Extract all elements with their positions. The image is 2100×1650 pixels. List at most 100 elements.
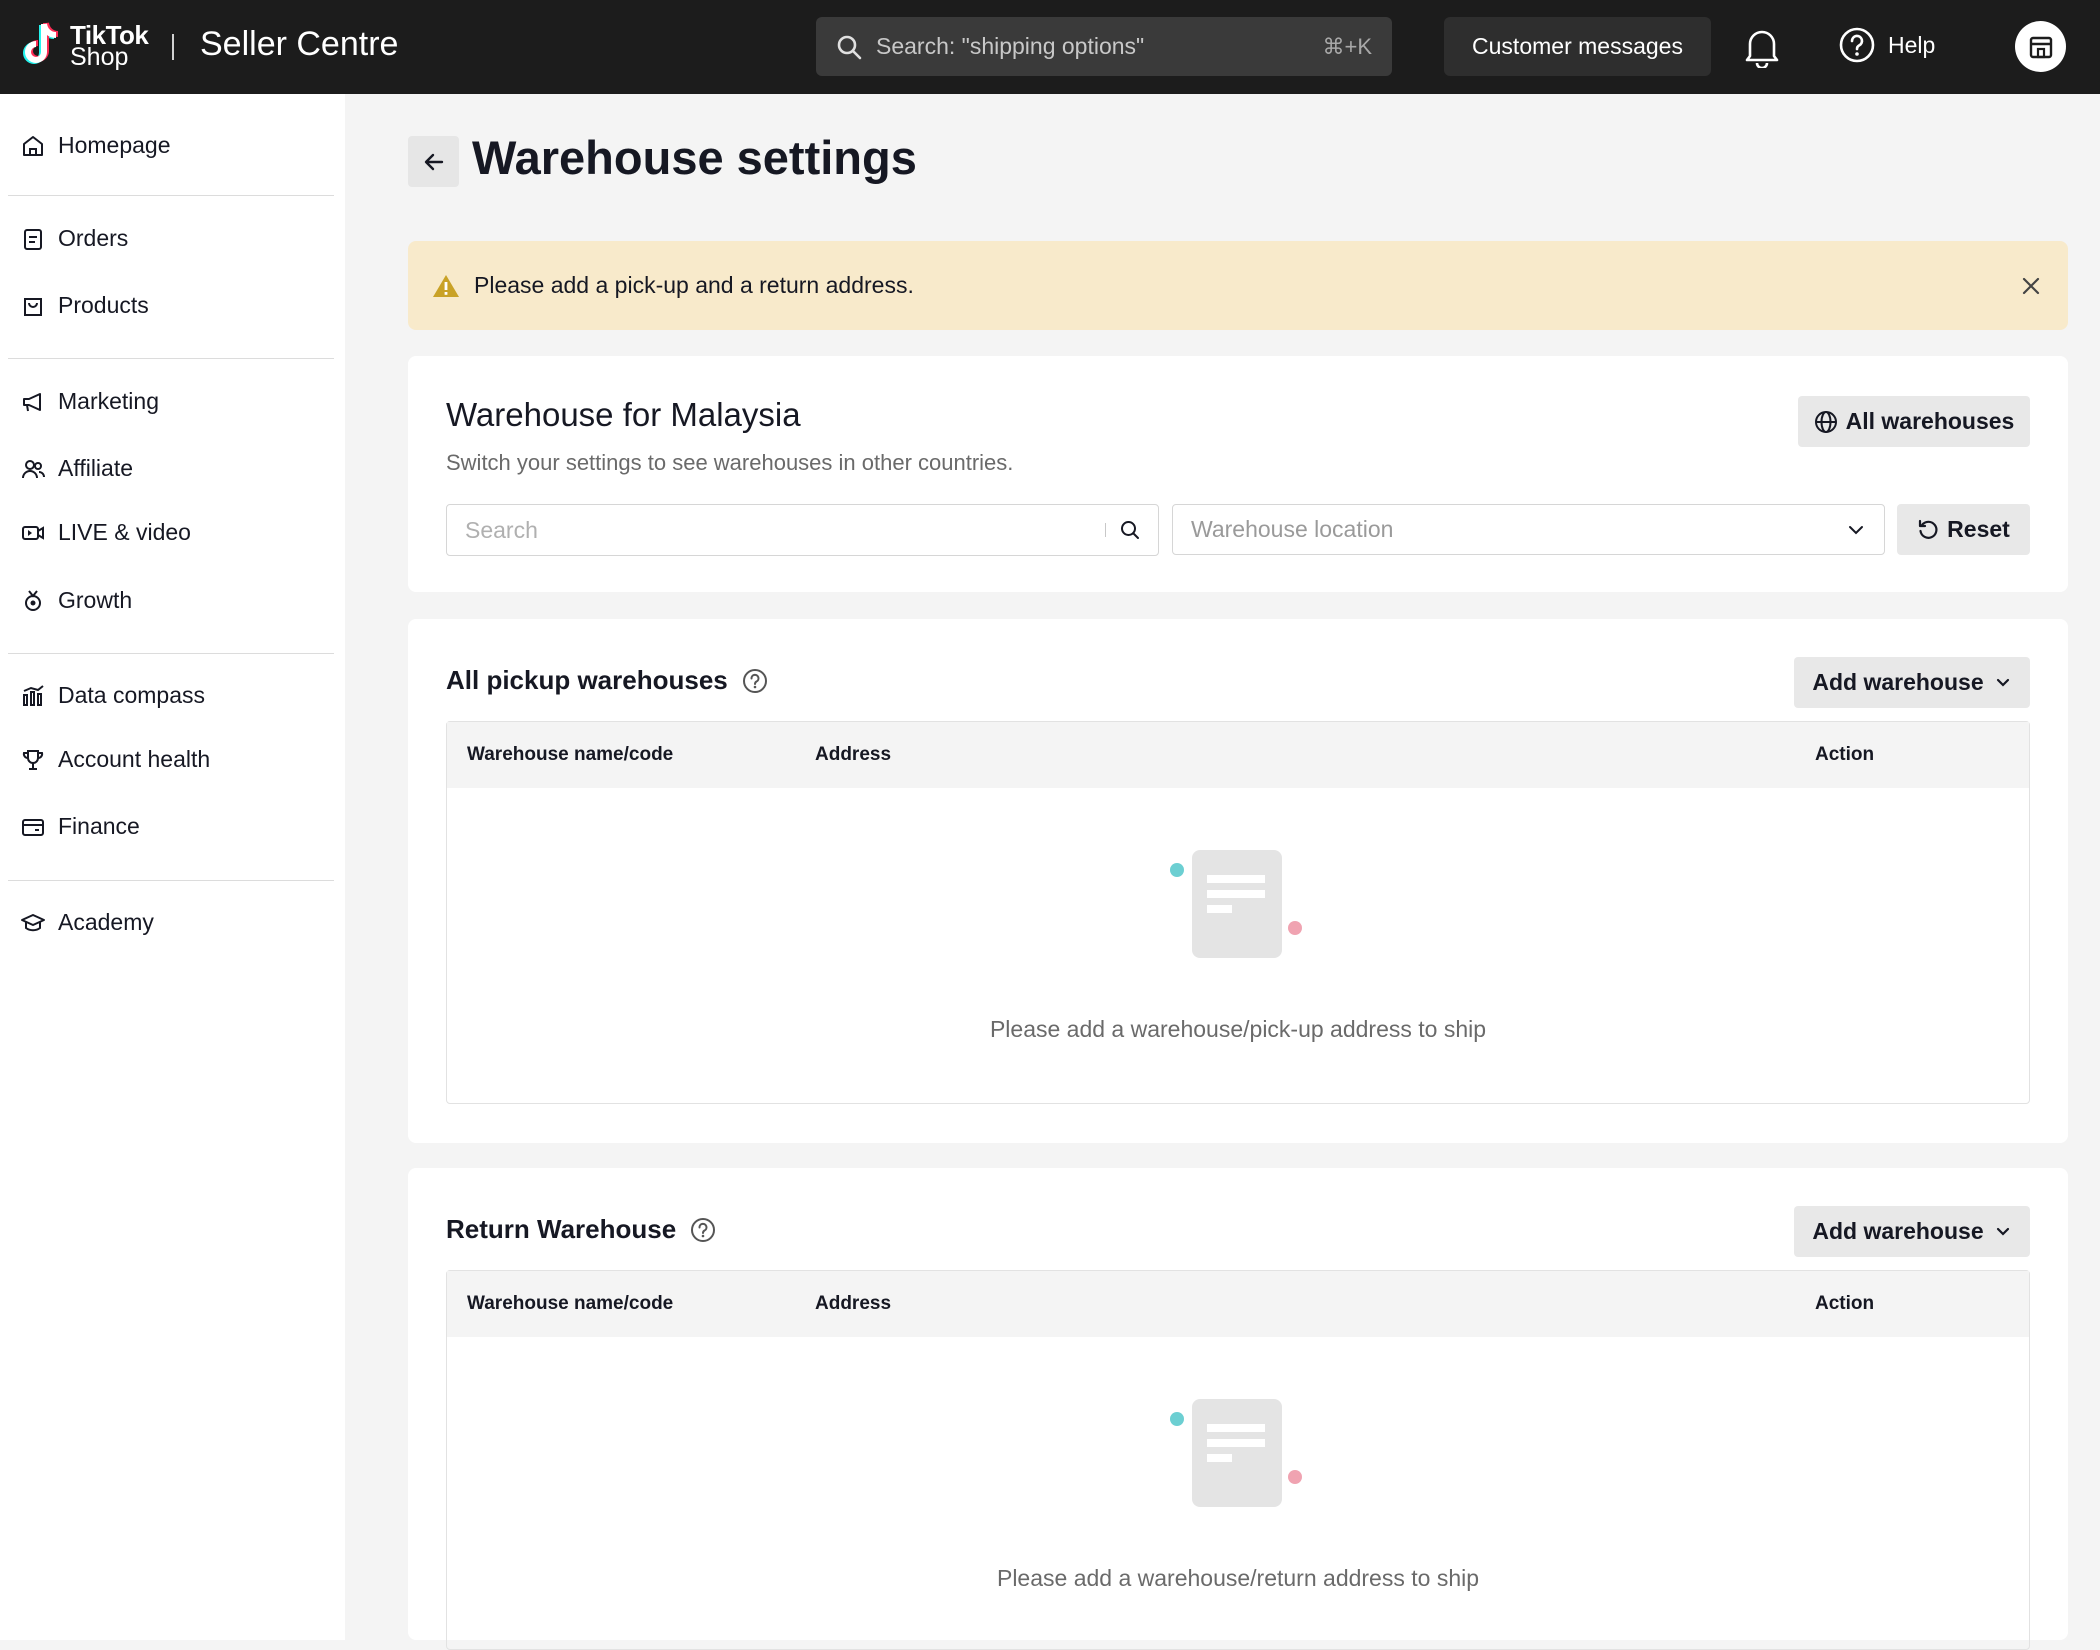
reset-label: Reset	[1947, 516, 2010, 542]
sidebar-item-data-compass[interactable]: Data compass	[20, 682, 205, 709]
video-icon	[22, 525, 44, 540]
help-icon[interactable]	[690, 1217, 716, 1243]
sidebar-divider	[8, 880, 334, 881]
search-icon	[837, 35, 862, 59]
global-search-input[interactable]: Search: "shipping options" ⌘+K	[816, 17, 1392, 76]
sidebar-item-label: Orders	[58, 225, 129, 251]
return-warehouse-card: Return Warehouse Add warehouse Warehouse…	[408, 1168, 2068, 1650]
search-placeholder: Search	[465, 516, 538, 543]
sidebar-divider	[8, 653, 334, 654]
add-warehouse-button[interactable]: Add warehouse	[1794, 1206, 2030, 1257]
sidebar-item-live-video[interactable]: LIVE & video	[20, 519, 191, 546]
column-header-name: Warehouse name/code	[467, 1293, 674, 1314]
sidebar-item-account-health[interactable]: Account health	[20, 746, 210, 773]
chevron-down-icon	[1996, 678, 2009, 687]
sidebar-item-label: Homepage	[58, 132, 171, 158]
sidebar-item-orders[interactable]: Orders	[20, 225, 128, 252]
return-warehouses-table: Warehouse name/code Address Action Pleas…	[446, 1270, 2030, 1650]
help-label: Help	[1888, 31, 1936, 58]
people-icon	[22, 459, 45, 478]
sidebar-item-affiliate[interactable]: Affiliate	[20, 455, 133, 482]
customer-messages-button[interactable]: Customer messages	[1444, 17, 1711, 76]
sidebar-item-label: Affiliate	[58, 455, 134, 481]
card-subtitle: Switch your settings to see warehouses i…	[446, 450, 1014, 475]
search-placeholder: Search: "shipping options"	[876, 33, 1145, 59]
close-icon	[2022, 277, 2040, 294]
all-warehouses-button[interactable]: All warehouses	[1798, 396, 2030, 447]
sidebar-item-label: LIVE & video	[58, 519, 191, 545]
add-warehouse-label: Add warehouse	[1812, 1218, 1984, 1244]
globe-icon	[1814, 410, 1837, 433]
close-alert-button[interactable]	[2018, 273, 2044, 299]
warning-icon	[433, 274, 459, 297]
sidebar-divider	[8, 195, 334, 196]
section-title: All pickup warehouses	[446, 665, 768, 696]
pickup-warehouses-table: Warehouse name/code Address Action Pleas…	[446, 721, 2030, 1104]
sidebar: Homepage Orders Products Marketing Affil…	[0, 94, 345, 1640]
column-header-action: Action	[1815, 1293, 1875, 1314]
trophy-icon	[22, 749, 44, 770]
location-placeholder: Warehouse location	[1191, 516, 1394, 542]
help-button[interactable]: Help	[1838, 26, 1935, 64]
sidebar-item-products[interactable]: Products	[20, 292, 149, 319]
tiktok-shop-logo[interactable]: TikTok Shop	[20, 20, 149, 72]
tiktok-note-icon	[23, 22, 59, 64]
graduation-cap-icon	[21, 913, 45, 931]
warehouse-search-input[interactable]: Search	[446, 504, 1159, 556]
sidebar-item-academy[interactable]: Academy	[20, 909, 154, 936]
shop-avatar[interactable]	[2015, 21, 2066, 72]
sidebar-item-label: Finance	[58, 813, 140, 839]
sidebar-item-finance[interactable]: Finance	[20, 813, 140, 840]
store-icon	[2029, 36, 2052, 58]
bell-icon[interactable]	[1742, 26, 1782, 73]
bar-chart-icon	[23, 684, 44, 706]
warehouse-filter-card: Warehouse for Malaysia Switch your setti…	[408, 356, 2068, 592]
table-header: Warehouse name/code Address Action	[447, 722, 2029, 788]
search-icon[interactable]	[1120, 520, 1140, 540]
clipboard-icon	[24, 228, 42, 250]
sidebar-item-label: Academy	[58, 909, 154, 935]
app-title: Seller Centre	[200, 25, 399, 63]
warning-alert: Please add a pick-up and a return addres…	[408, 241, 2068, 330]
column-header-name: Warehouse name/code	[467, 744, 674, 765]
chevron-down-icon	[1996, 1227, 2009, 1236]
sidebar-item-label: Data compass	[58, 682, 206, 708]
empty-state-message: Please add a warehouse/return address to…	[996, 1565, 1480, 1591]
wallet-icon	[22, 818, 44, 836]
logo-divider	[172, 34, 174, 60]
search-shortcut: ⌘+K	[1322, 33, 1372, 59]
empty-state-message: Please add a warehouse/pick-up address t…	[989, 1016, 1487, 1042]
help-circle-icon	[1839, 27, 1875, 63]
empty-document-illustration	[1170, 1399, 1302, 1507]
section-title: Return Warehouse	[446, 1214, 716, 1245]
pickup-warehouses-card: All pickup warehouses Add warehouse Ware…	[408, 619, 2068, 1143]
return-section-title: Return Warehouse	[446, 1214, 677, 1244]
column-header-action: Action	[1815, 744, 1875, 765]
medal-icon	[25, 589, 41, 611]
sidebar-item-label: Growth	[58, 587, 133, 613]
add-warehouse-label: Add warehouse	[1812, 669, 1984, 695]
chevron-down-icon	[1849, 525, 1863, 534]
reset-button[interactable]: Reset	[1897, 504, 2030, 555]
sidebar-item-marketing[interactable]: Marketing	[20, 388, 159, 415]
alert-message: Please add a pick-up and a return addres…	[474, 272, 914, 298]
help-icon[interactable]	[742, 668, 768, 694]
megaphone-icon	[23, 392, 41, 411]
sidebar-item-label: Account health	[58, 746, 211, 772]
empty-document-illustration	[1170, 850, 1302, 958]
sidebar-item-label: Products	[58, 292, 149, 318]
home-icon	[23, 135, 43, 156]
column-header-address: Address	[815, 744, 892, 765]
sidebar-item-growth[interactable]: Growth	[20, 587, 132, 614]
page-title: Warehouse settings	[472, 131, 917, 184]
sidebar-item-label: Marketing	[58, 388, 159, 414]
sidebar-divider	[8, 358, 334, 359]
add-warehouse-button[interactable]: Add warehouse	[1794, 657, 2030, 708]
column-header-address: Address	[815, 1293, 892, 1314]
sidebar-item-homepage[interactable]: Homepage	[20, 132, 171, 159]
bag-icon	[24, 297, 42, 316]
arrow-left-icon	[424, 153, 443, 170]
warehouse-location-select[interactable]: Warehouse location	[1172, 504, 1885, 555]
back-button[interactable]	[408, 136, 459, 187]
all-warehouses-label: All warehouses	[1845, 408, 2015, 434]
